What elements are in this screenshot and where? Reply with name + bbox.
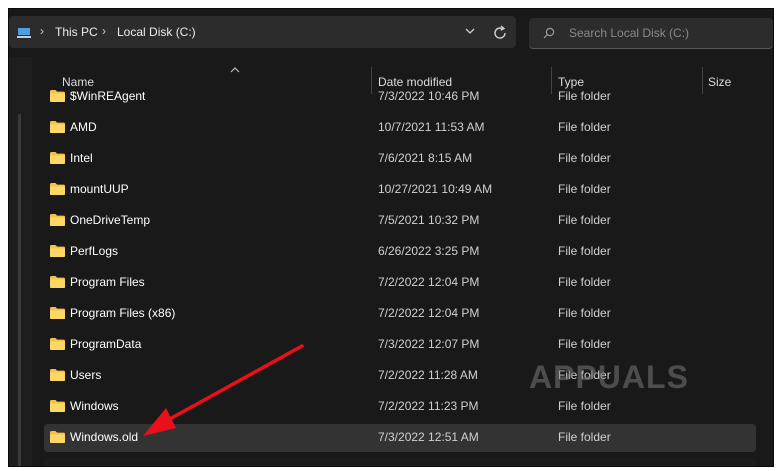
- search-placeholder: Search Local Disk (C:): [569, 26, 690, 40]
- file-name: ProgramData: [70, 337, 142, 351]
- folder-icon: [50, 214, 65, 226]
- file-type: File folder: [558, 399, 611, 413]
- list-item[interactable]: PerfLogs 6/26/2022 3:25 PM File folder: [44, 238, 756, 266]
- nav-scrollbar[interactable]: [18, 114, 21, 466]
- file-type: File folder: [558, 306, 611, 320]
- file-type: File folder: [558, 337, 611, 351]
- search-icon: [543, 27, 555, 39]
- file-name: Program Files (x86): [70, 306, 176, 320]
- file-name: mountUUP: [70, 182, 129, 196]
- folder-icon: [50, 183, 65, 195]
- date-modified: 7/2/2022 12:04 PM: [378, 306, 480, 320]
- refresh-icon[interactable]: [491, 24, 509, 42]
- date-modified: 6/26/2022 3:25 PM: [378, 244, 480, 258]
- file-name: OneDriveTemp: [70, 213, 151, 227]
- file-name: PerfLogs: [70, 244, 119, 258]
- sort-caret-icon: [230, 67, 240, 73]
- date-modified: 7/2/2022 11:23 PM: [378, 399, 479, 413]
- file-type: File folder: [558, 244, 611, 258]
- list-item[interactable]: Windows 7/2/2022 11:23 PM File folder: [44, 393, 756, 421]
- file-name: AMD: [70, 120, 97, 134]
- folder-icon: [50, 152, 65, 164]
- date-modified: 7/5/2021 10:32 PM: [378, 213, 480, 227]
- file-type: File folder: [558, 430, 611, 444]
- list-item[interactable]: AMD 10/7/2021 11:53 AM File folder: [44, 114, 756, 142]
- list-item[interactable]: OneDriveTemp 7/5/2021 10:32 PM File folder: [44, 207, 756, 235]
- folder-icon: [50, 338, 65, 350]
- file-type: File folder: [558, 213, 611, 227]
- folder-icon: [50, 276, 65, 288]
- file-type: File folder: [558, 182, 611, 196]
- chevron-right-icon: ›: [102, 24, 106, 38]
- date-modified: 7/3/2022 12:07 PM: [378, 337, 480, 351]
- date-modified: 7/6/2021 8:15 AM: [378, 151, 473, 165]
- list-item[interactable]: Intel 7/6/2021 8:15 AM File folder: [44, 145, 756, 173]
- date-modified: 7/3/2022 10:46 PM: [378, 89, 480, 103]
- list-item[interactable]: Windows.old 7/3/2022 12:51 AM File folder: [44, 424, 756, 452]
- list-item[interactable]: Program Files (x86) 7/2/2022 12:04 PM File…: [44, 300, 756, 328]
- date-modified: 10/27/2021 10:49 AM: [378, 182, 493, 196]
- breadcrumb-local-disk[interactable]: Local Disk (C:): [117, 25, 196, 39]
- search-input[interactable]: Search Local Disk (C:): [529, 18, 773, 49]
- folder-icon: [50, 400, 65, 412]
- date-modified: 7/2/2022 11:28 AM: [378, 368, 478, 382]
- list-item[interactable]: ProgramData 7/3/2022 12:07 PM File folder: [44, 331, 756, 359]
- watermark: APPUALS: [529, 359, 689, 395]
- date-modified: 7/3/2022 12:51 AM: [378, 430, 479, 444]
- date-modified: 7/2/2022 12:04 PM: [378, 275, 480, 289]
- this-pc-icon: [17, 28, 31, 38]
- file-name: Windows.old: [70, 430, 139, 444]
- date-modified: 10/7/2021 11:53 AM: [378, 120, 485, 134]
- chevron-down-icon[interactable]: [463, 24, 477, 38]
- folder-icon: [50, 431, 65, 443]
- folder-icon: [50, 307, 65, 319]
- file-type: File folder: [558, 120, 611, 134]
- folder-icon: [50, 90, 65, 102]
- file-type: File folder: [558, 275, 611, 289]
- list-item[interactable]: Program Files 7/2/2022 12:04 PM File folde…: [44, 269, 756, 297]
- horizontal-scrollbar[interactable]: [44, 459, 756, 466]
- file-type: File folder: [558, 151, 611, 165]
- file-name: Intel: [70, 151, 93, 165]
- list-item[interactable]: $WinREAgent 7/3/2022 10:46 PM File folder: [44, 83, 756, 111]
- folder-icon: [50, 369, 65, 381]
- folder-icon: [50, 245, 65, 257]
- folder-icon: [50, 121, 65, 133]
- file-type: File folder: [558, 89, 611, 103]
- navigation-pane: [9, 57, 32, 466]
- file-name: Program Files: [70, 275, 145, 289]
- breadcrumb-this-pc[interactable]: This PC: [55, 25, 98, 39]
- file-explorer-window: › This PC › Local Disk (C:) Search Local…: [8, 8, 774, 467]
- file-name: $WinREAgent: [70, 89, 146, 103]
- file-name: Windows: [70, 399, 119, 413]
- file-name: Users: [70, 368, 102, 382]
- address-bar[interactable]: › This PC › Local Disk (C:): [9, 16, 516, 48]
- list-item[interactable]: mountUUP 10/27/2021 10:49 AM File folder: [44, 176, 756, 204]
- chevron-right-icon: ›: [40, 24, 44, 38]
